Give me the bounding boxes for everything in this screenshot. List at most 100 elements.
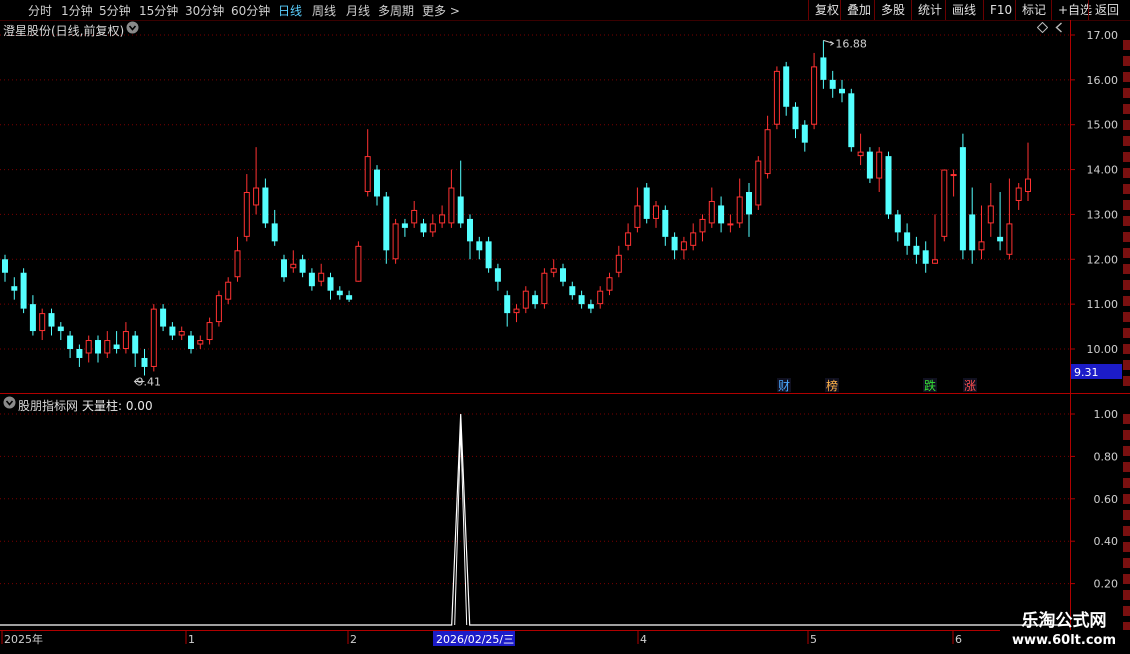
candle[interactable] bbox=[197, 335, 204, 349]
candle[interactable] bbox=[755, 156, 762, 210]
candle[interactable] bbox=[281, 254, 287, 282]
event-marker-1[interactable]: 榜 bbox=[826, 378, 838, 393]
candle[interactable] bbox=[374, 165, 380, 206]
candle[interactable] bbox=[355, 241, 362, 282]
candle[interactable] bbox=[922, 241, 929, 273]
candle[interactable] bbox=[532, 290, 539, 309]
period-tab-8[interactable]: 月线 bbox=[346, 2, 370, 19]
candle[interactable] bbox=[634, 187, 641, 233]
candle[interactable] bbox=[959, 133, 966, 260]
period-tab-4[interactable]: 30分钟 bbox=[185, 2, 224, 19]
candle[interactable] bbox=[1025, 142, 1031, 201]
candle[interactable] bbox=[299, 254, 306, 278]
candle[interactable] bbox=[318, 263, 325, 287]
period-tab-0[interactable]: 分时 bbox=[28, 2, 52, 19]
candle[interactable] bbox=[401, 218, 408, 237]
candle[interactable] bbox=[39, 308, 46, 341]
period-tab-7[interactable]: 周线 bbox=[312, 2, 336, 19]
candle[interactable] bbox=[20, 268, 27, 314]
candle[interactable] bbox=[783, 61, 790, 116]
candle[interactable] bbox=[225, 277, 232, 305]
period-tab-1[interactable]: 1分钟 bbox=[61, 2, 93, 19]
candle[interactable] bbox=[48, 308, 55, 336]
candle[interactable] bbox=[839, 79, 845, 103]
candle[interactable] bbox=[829, 70, 836, 98]
candle[interactable] bbox=[215, 290, 222, 327]
candle[interactable] bbox=[85, 335, 92, 363]
candle[interactable] bbox=[904, 223, 911, 255]
candle[interactable] bbox=[439, 205, 446, 228]
candle[interactable] bbox=[950, 169, 957, 197]
indicator-dropdown-icon[interactable] bbox=[3, 396, 16, 412]
candle[interactable] bbox=[206, 317, 213, 345]
diamond-icon[interactable] bbox=[1036, 21, 1049, 36]
candle[interactable] bbox=[969, 187, 976, 264]
period-tab-2[interactable]: 5分钟 bbox=[99, 2, 131, 19]
candle[interactable] bbox=[336, 286, 343, 300]
candle[interactable] bbox=[848, 88, 855, 152]
candle[interactable] bbox=[420, 218, 427, 237]
main-chart-panel[interactable]: 17.00 16.00 15.00 14.00 13.00 12.00 11.00 10.00… bbox=[0, 20, 1130, 394]
candle[interactable] bbox=[801, 120, 808, 152]
toolbar-button-3[interactable]: 统计 bbox=[911, 0, 945, 20]
toolbar-button-2[interactable]: 多股 bbox=[874, 0, 911, 20]
candle[interactable] bbox=[866, 147, 873, 184]
candle[interactable] bbox=[894, 209, 901, 242]
candle[interactable] bbox=[150, 304, 157, 372]
candle[interactable] bbox=[1015, 183, 1022, 210]
toolbar-button-0[interactable]: 复权 bbox=[808, 0, 840, 20]
chevron-left-icon[interactable] bbox=[1054, 22, 1064, 36]
candle[interactable] bbox=[160, 304, 167, 332]
candle[interactable] bbox=[411, 200, 418, 228]
indicator-panel[interactable]: 1.00 0.80 0.60 0.40 0.20 股朋指标网 天量柱: 0.00 bbox=[0, 394, 1130, 632]
candle[interactable] bbox=[671, 232, 678, 260]
candle[interactable] bbox=[699, 214, 706, 242]
event-marker-2[interactable]: 跌 bbox=[924, 378, 936, 393]
candle[interactable] bbox=[746, 183, 752, 237]
candle[interactable] bbox=[662, 205, 669, 246]
candle[interactable] bbox=[643, 183, 650, 224]
candle[interactable] bbox=[708, 187, 715, 228]
candle[interactable] bbox=[346, 290, 353, 302]
candle[interactable] bbox=[188, 331, 194, 354]
candle[interactable] bbox=[541, 268, 548, 309]
candle[interactable] bbox=[876, 147, 883, 192]
candle[interactable] bbox=[504, 290, 511, 327]
period-tab-10[interactable]: 更多 > bbox=[422, 2, 460, 19]
candlestick-chart[interactable]: 17.00 16.00 15.00 14.00 13.00 12.00 11.00 10.00… bbox=[0, 20, 1130, 394]
period-tab-3[interactable]: 15分钟 bbox=[139, 2, 178, 19]
candle[interactable] bbox=[485, 236, 492, 273]
toolbar-button-1[interactable]: 叠加 bbox=[840, 0, 874, 20]
candle[interactable] bbox=[811, 52, 818, 130]
candle[interactable] bbox=[448, 169, 455, 228]
candle[interactable] bbox=[941, 169, 948, 242]
candle[interactable] bbox=[857, 133, 864, 166]
period-tab-9[interactable]: 多周期 bbox=[378, 2, 414, 19]
candle[interactable] bbox=[457, 160, 464, 228]
toolbar-button-7[interactable]: +自选 bbox=[1051, 0, 1092, 20]
candle[interactable] bbox=[2, 254, 8, 282]
candle[interactable] bbox=[606, 272, 613, 296]
candle[interactable] bbox=[820, 40, 827, 89]
candle[interactable] bbox=[57, 322, 64, 341]
candle[interactable] bbox=[178, 326, 185, 341]
indicator-chart[interactable]: 1.00 0.80 0.60 0.40 0.20 bbox=[0, 394, 1130, 632]
candle[interactable] bbox=[513, 304, 520, 323]
candle[interactable] bbox=[67, 331, 74, 358]
candle[interactable] bbox=[997, 192, 1004, 251]
candle[interactable] bbox=[429, 214, 436, 237]
candle[interactable] bbox=[383, 192, 390, 264]
candle[interactable] bbox=[141, 349, 148, 376]
toolbar-button-4[interactable]: 画线 bbox=[945, 0, 983, 20]
candle[interactable] bbox=[773, 66, 780, 130]
candle[interactable] bbox=[625, 223, 632, 251]
candle[interactable] bbox=[104, 331, 111, 358]
candle[interactable] bbox=[271, 209, 278, 246]
candle[interactable] bbox=[522, 286, 529, 314]
candle[interactable] bbox=[243, 174, 250, 242]
candle[interactable] bbox=[29, 295, 36, 336]
candle[interactable] bbox=[764, 115, 771, 179]
candle[interactable] bbox=[169, 322, 176, 341]
title-dropdown-icon[interactable] bbox=[126, 21, 139, 37]
candle[interactable] bbox=[262, 178, 269, 228]
